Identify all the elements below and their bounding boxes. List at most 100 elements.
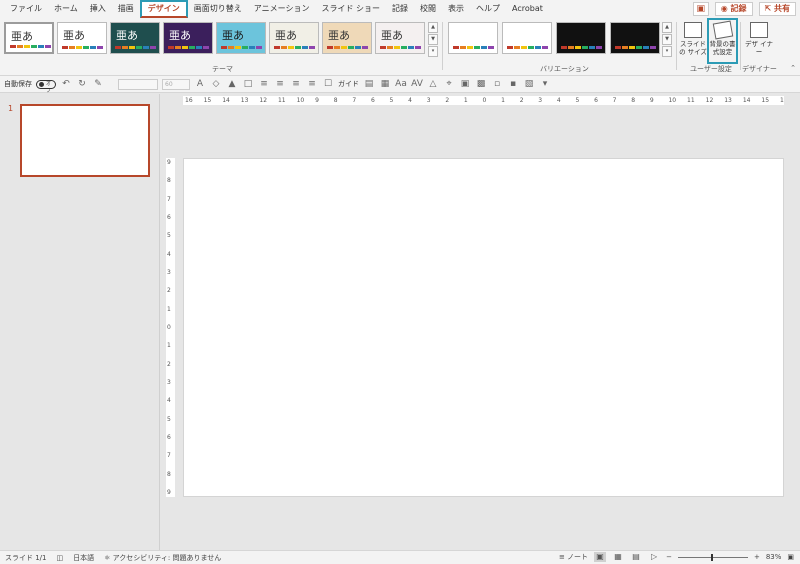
variant-thumbnail[interactable]	[502, 22, 552, 54]
slideshow-view-icon[interactable]: ▷	[648, 552, 660, 562]
tab-4[interactable]: デザイン	[139, 0, 188, 18]
customize-qat-icon[interactable]: ▾	[539, 79, 551, 89]
align-left-icon[interactable]: ≡	[258, 79, 270, 89]
theme-thumbnail[interactable]: 亜あ	[375, 22, 425, 54]
tab-12[interactable]: Acrobat	[506, 0, 549, 18]
variant-gallery-scroll[interactable]: ▲ ▼ ▾	[662, 22, 672, 57]
variant-thumbnail[interactable]	[448, 22, 498, 54]
tab-8[interactable]: 記録	[386, 0, 414, 18]
font-size-box[interactable]: 60	[162, 78, 190, 90]
horizontal-ruler[interactable]: 16 15 14 13 12 11 10 9 8 7 6 5 4 3 2 1 0 1 2 3 4 5 6 7 8 9 10 11 12 1…	[183, 96, 784, 105]
theme-thumbnail[interactable]: 亜あ	[269, 22, 319, 54]
autosave-toggle[interactable]: オフ	[36, 79, 56, 94]
ruler-tick: 15	[761, 97, 770, 104]
guide-checkbox[interactable]: ☐	[322, 79, 334, 89]
variant-color-swatches	[561, 46, 602, 49]
textbox-icon[interactable]: □	[242, 79, 254, 89]
variant-more-icon[interactable]: ▾	[662, 46, 672, 57]
status-right: ≡ ノート ▣ ▦ ▤ ▷ − + 83% ▣	[559, 552, 794, 562]
zoom-level[interactable]: 83%	[766, 553, 782, 561]
collapse-ribbon-icon[interactable]: ⌃	[790, 64, 796, 72]
designer-button[interactable]: デザ イナー	[744, 20, 774, 62]
theme-thumbnail[interactable]: 亜あ	[216, 22, 266, 54]
theme-gallery-scroll[interactable]: ▲ ▼ ▾	[428, 22, 438, 57]
format-background-button[interactable]: 背景の書 式設定	[707, 18, 738, 64]
ruler-tick: 1	[167, 305, 171, 313]
align-center-icon[interactable]: ≡	[274, 79, 286, 89]
redo-icon[interactable]: ↻	[76, 79, 88, 89]
ruler-tick: 6	[370, 97, 375, 104]
language-label[interactable]: 日本語	[68, 553, 99, 563]
char-spacing-icon[interactable]: AV	[411, 79, 423, 89]
zoom-in-icon[interactable]: +	[754, 553, 760, 561]
comment-icon[interactable]: ▣	[692, 2, 709, 16]
variant-down-icon[interactable]: ▼	[662, 34, 672, 45]
shape-style-icon[interactable]: △	[427, 79, 439, 89]
tab-11[interactable]: ヘルプ	[470, 0, 506, 18]
theme-label: 亜あ	[381, 29, 403, 42]
vertical-scrollbar[interactable]	[790, 94, 800, 550]
tab-2[interactable]: 挿入	[84, 0, 112, 18]
variant-up-icon[interactable]: ▲	[662, 22, 672, 33]
slide-thumbnail[interactable]	[20, 104, 150, 177]
text-size-icon[interactable]: Aa	[395, 79, 407, 89]
fit-slide-icon[interactable]: ▣	[787, 553, 794, 561]
reading-view-icon[interactable]: ▤	[630, 552, 642, 562]
undo-icon[interactable]: ↶	[60, 79, 72, 89]
theme-label: 亜あ	[169, 29, 191, 42]
record-button[interactable]: ◉ 記録	[714, 2, 753, 16]
picture-icon[interactable]: ▣	[459, 79, 471, 89]
tab-0[interactable]: ファイル	[4, 0, 48, 18]
tab-5[interactable]: 画面切り替え	[188, 0, 248, 18]
justify-icon[interactable]: ≡	[306, 79, 318, 89]
theme-color-swatches	[62, 46, 103, 49]
vertical-ruler[interactable]: 9 8 7 6 5 4 3 2 1 0 1 2 3 4 5 6 7 8 9	[166, 158, 175, 497]
gallery-up-icon[interactable]: ▲	[428, 22, 438, 33]
theme-thumbnail[interactable]: 亜あ	[322, 22, 372, 54]
accessibility-status[interactable]: ⚛ アクセシビリティ: 問題ありません	[99, 553, 226, 563]
normal-view-icon[interactable]: ▣	[594, 552, 607, 562]
ruler-tick: 7	[612, 97, 617, 104]
spellcheck-icon[interactable]: ◫	[52, 554, 69, 562]
grid-icon[interactable]: ▦	[379, 79, 391, 89]
theme-color-swatches	[221, 46, 262, 49]
ruler-tick: 8	[333, 97, 338, 104]
theme-thumbnail[interactable]: 亜あ	[110, 22, 160, 54]
theme-thumbnail[interactable]: 亜あ	[4, 22, 54, 54]
share-button[interactable]: ⇱ 共有	[758, 2, 796, 16]
bring-forward-icon[interactable]: ▫	[491, 79, 503, 89]
crop-icon[interactable]: ⌖	[443, 79, 455, 89]
fill-icon[interactable]: ▲	[226, 79, 238, 89]
send-backward-icon[interactable]: ▪	[507, 79, 519, 89]
tab-6[interactable]: アニメーション	[248, 0, 316, 18]
selection-icon[interactable]: ▧	[523, 79, 535, 89]
gallery-down-icon[interactable]: ▼	[428, 34, 438, 45]
variant-thumbnail[interactable]	[610, 22, 660, 54]
group-icon[interactable]: ▩	[475, 79, 487, 89]
tab-9[interactable]: 校閲	[414, 0, 442, 18]
arrange-icon[interactable]: ▤	[363, 79, 375, 89]
tab-1[interactable]: ホーム	[48, 0, 84, 18]
theme-gallery: 亜あ 亜あ 亜あ 亜あ 亜あ 亜あ 亜あ 亜あ	[4, 22, 425, 54]
zoom-out-icon[interactable]: −	[666, 553, 672, 561]
notes-button[interactable]: ≡ ノート	[559, 552, 588, 562]
align-right-icon[interactable]: ≡	[290, 79, 302, 89]
format-painter-icon[interactable]: ✎	[92, 79, 104, 89]
slide-info: スライド 1/1	[5, 553, 47, 562]
slide-canvas[interactable]	[183, 158, 784, 497]
theme-thumbnail[interactable]: 亜あ	[163, 22, 213, 54]
slide-size-button[interactable]: スライドの サイズ	[678, 20, 708, 62]
gallery-more-icon[interactable]: ▾	[428, 46, 438, 57]
zoom-slider[interactable]	[677, 553, 748, 561]
slide-sorter-icon[interactable]: ▦	[612, 552, 624, 562]
shape-icon[interactable]: ◇	[210, 79, 222, 89]
tab-10[interactable]: 表示	[442, 0, 470, 18]
font-name-box[interactable]	[118, 78, 158, 90]
variant-thumbnail[interactable]	[556, 22, 606, 54]
font-color-icon[interactable]: A	[194, 79, 206, 89]
ruler-tick: 3	[167, 269, 171, 276]
tab-3[interactable]: 描画	[112, 0, 140, 18]
ruler-tick: 5	[167, 415, 171, 423]
theme-thumbnail[interactable]: 亜あ	[57, 22, 107, 54]
tab-7[interactable]: スライド ショー	[315, 0, 386, 18]
